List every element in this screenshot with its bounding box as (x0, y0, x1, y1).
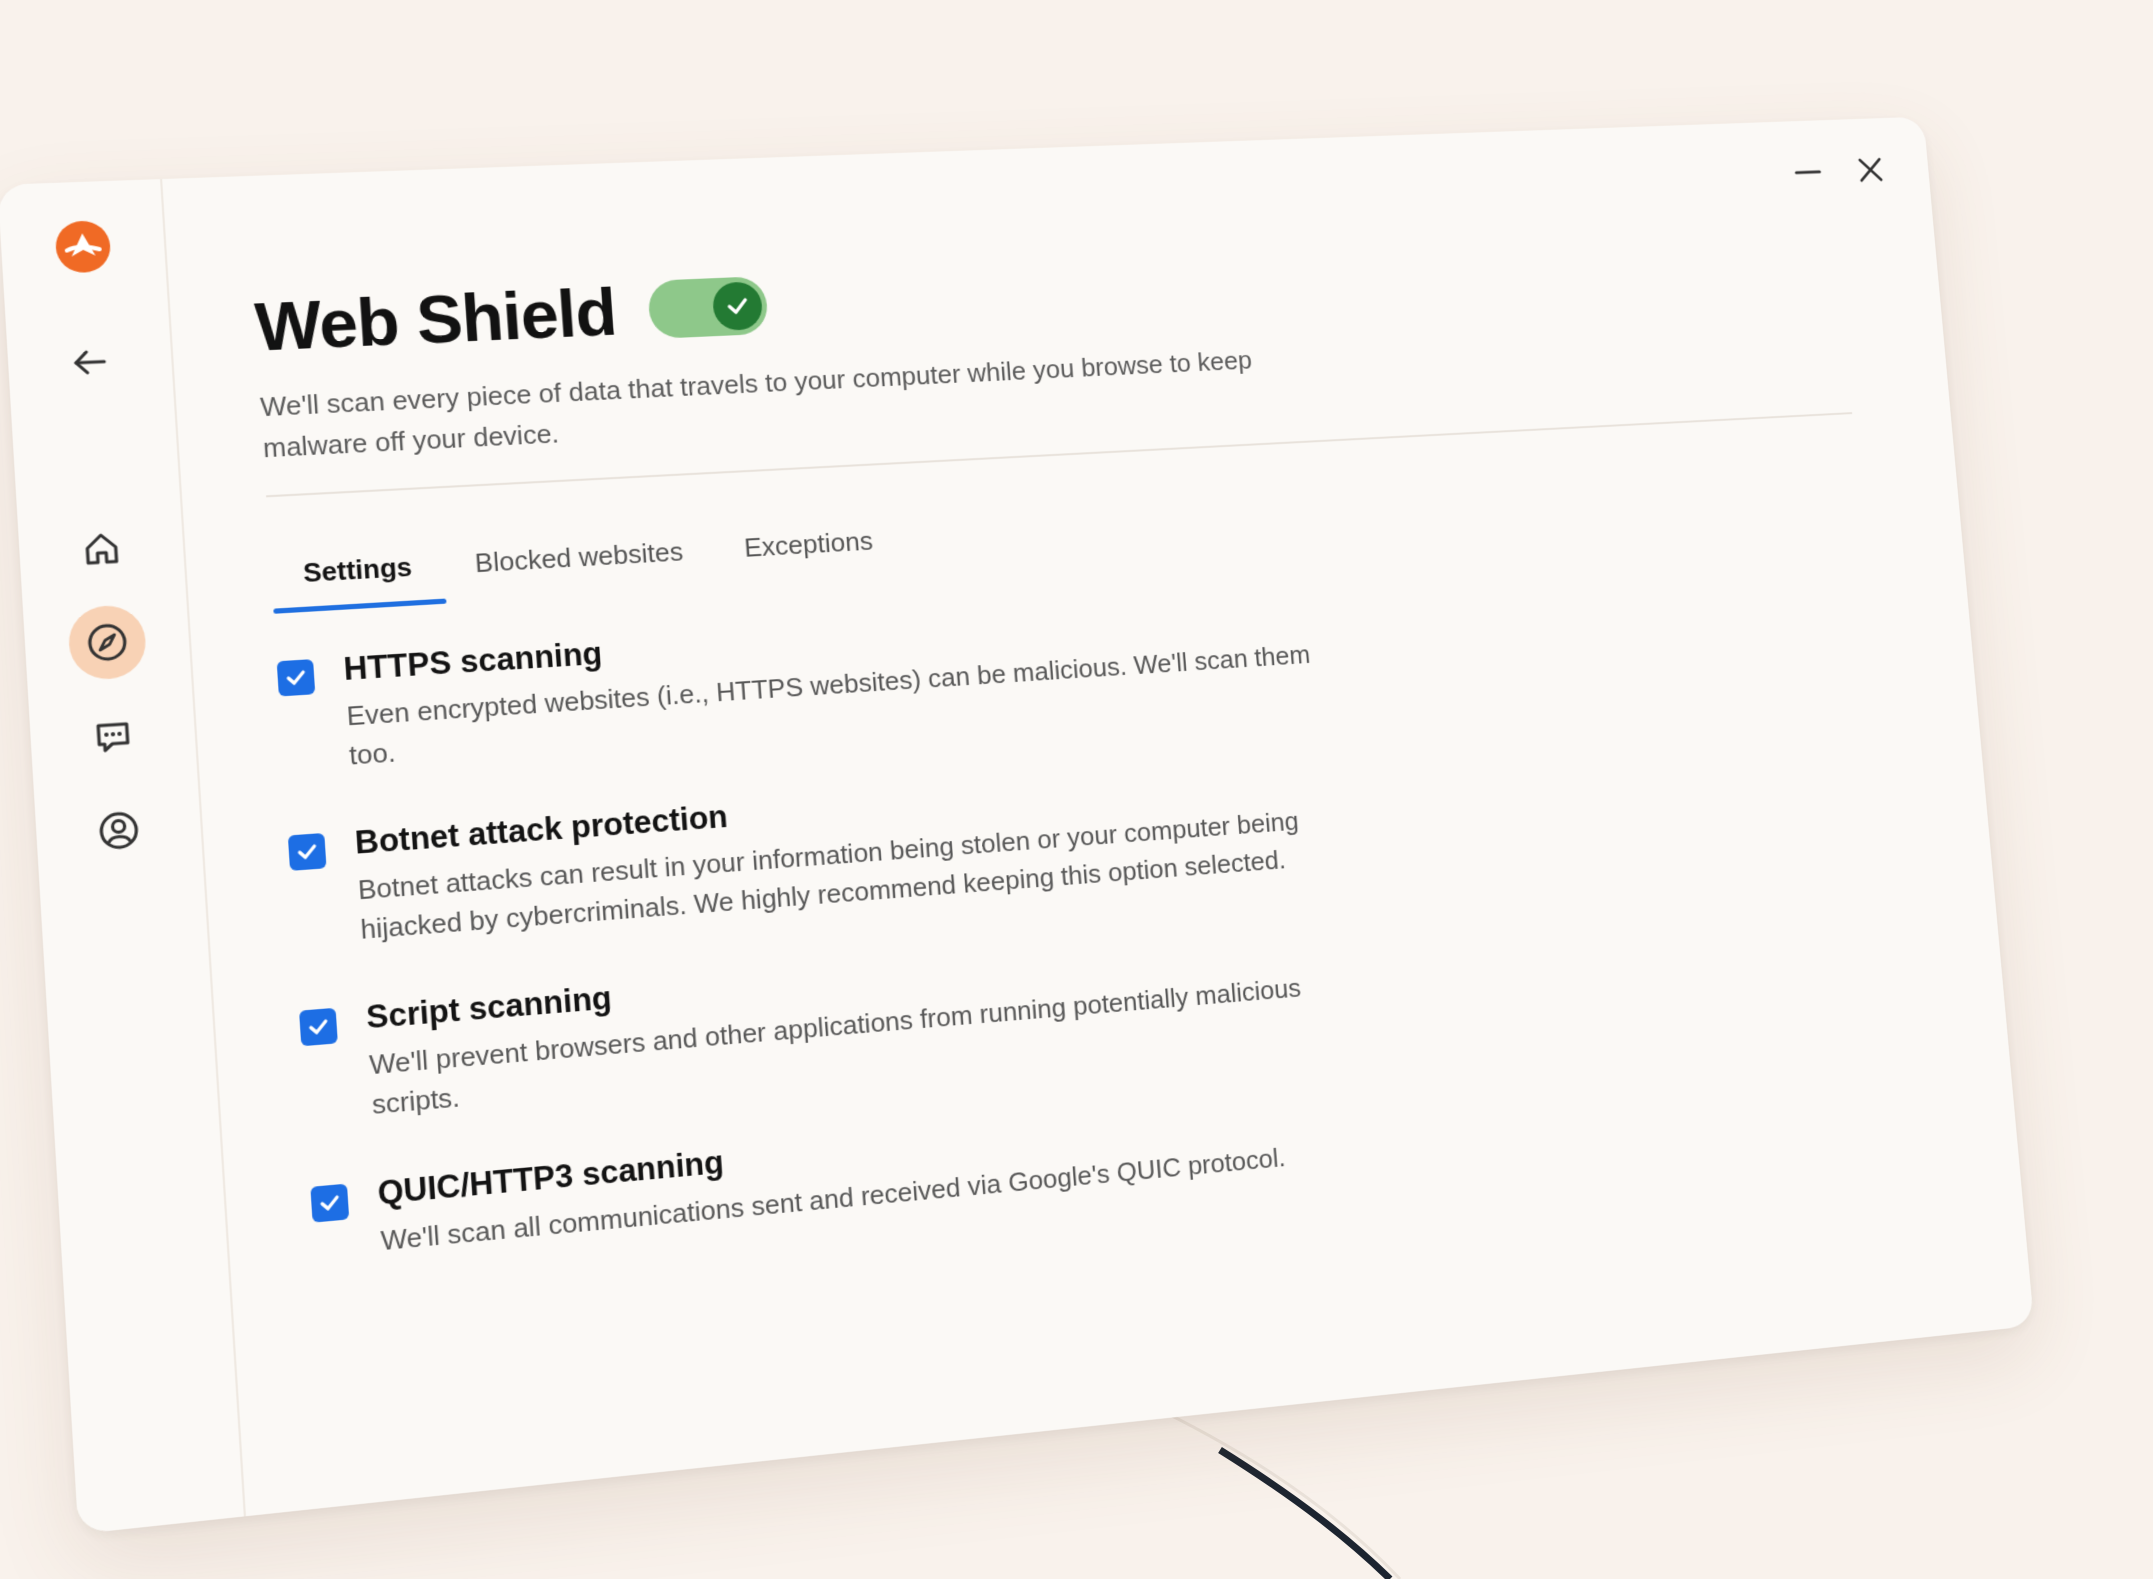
avast-logo (52, 218, 114, 276)
home-icon (79, 527, 125, 571)
back-button[interactable] (50, 324, 130, 400)
options-list: HTTPS scanning Even encrypted websites (… (276, 556, 1960, 1267)
script-scanning-checkbox[interactable] (299, 1007, 338, 1047)
option-text: QUIC/HTTP3 scanning We'll scan all commu… (377, 1088, 1358, 1261)
app-window: Web Shield We'll scan every piece of dat… (0, 116, 2035, 1535)
tab-settings[interactable]: Settings (270, 550, 446, 614)
close-button[interactable] (1846, 146, 1895, 194)
web-shield-toggle[interactable] (646, 276, 769, 340)
main-content: Web Shield We'll scan every piece of dat… (253, 221, 1965, 1318)
account-icon (95, 807, 144, 854)
option-text: Botnet attack protection Botnet attacks … (354, 756, 1334, 949)
botnet-protection-checkbox[interactable] (287, 832, 327, 871)
checkmark-icon (722, 292, 752, 321)
sidebar-item-home[interactable] (61, 510, 142, 587)
close-icon (1854, 153, 1887, 186)
checkmark-icon (305, 1013, 332, 1040)
option-text: HTTPS scanning Even encrypted websites (… (342, 592, 1320, 775)
tab-exceptions[interactable]: Exceptions (713, 524, 906, 588)
checkmark-icon (316, 1189, 343, 1217)
checkmark-icon (294, 839, 321, 866)
sidebar (0, 179, 246, 1535)
minimize-button[interactable] (1783, 148, 1832, 196)
stage: Web Shield We'll scan every piece of dat… (0, 0, 2153, 1579)
checkmark-icon (282, 665, 309, 691)
quic-scanning-checkbox[interactable] (310, 1183, 350, 1223)
compass-icon (83, 619, 131, 666)
option-text: Script scanning We'll prevent browsers a… (365, 922, 1347, 1125)
https-scanning-checkbox[interactable] (276, 659, 316, 697)
page-title: Web Shield (252, 274, 619, 365)
sidebar-item-messages[interactable] (73, 697, 154, 775)
header-row: Web Shield (253, 221, 1886, 366)
chat-icon (89, 713, 138, 760)
sidebar-item-web-shield[interactable] (66, 603, 148, 682)
minimize-icon (1791, 156, 1824, 189)
tab-blocked-websites[interactable]: Blocked websites (442, 534, 716, 603)
toggle-knob (711, 281, 764, 332)
sidebar-item-account[interactable] (78, 791, 159, 870)
back-arrow-icon (68, 342, 112, 383)
